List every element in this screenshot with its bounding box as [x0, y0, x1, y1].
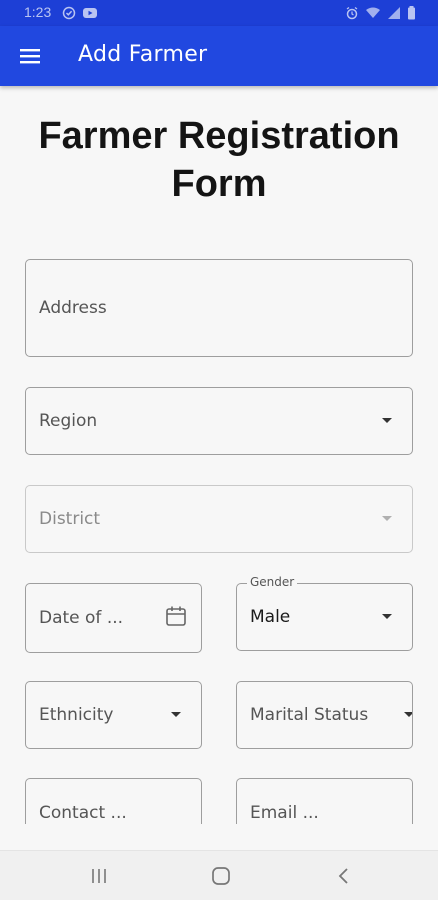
recent-apps-icon[interactable] [86, 863, 112, 889]
chevron-down-icon [382, 614, 392, 619]
email-field[interactable]: Email ... [236, 778, 413, 824]
chevron-down-icon [404, 712, 412, 717]
youtube-icon [82, 6, 98, 20]
check-circle-icon [62, 6, 76, 20]
app-bar: Add Farmer [0, 26, 438, 86]
ethnicity-dropdown[interactable]: Ethnicity [25, 681, 202, 749]
alarm-icon [345, 6, 359, 20]
form-title: Farmer Registration Form [38, 115, 400, 205]
gender-dropdown[interactable]: Gender Male [236, 575, 413, 651]
region-label: Region [39, 411, 98, 431]
chevron-down-icon [382, 516, 392, 521]
navigation-bar [0, 850, 438, 900]
battery-icon [407, 6, 416, 20]
address-label: Address [39, 298, 107, 318]
chevron-down-icon [382, 418, 392, 423]
wifi-icon [365, 6, 381, 20]
chevron-down-icon [171, 712, 181, 717]
calendar-icon[interactable] [165, 605, 187, 631]
contact-label: Contact ... [39, 803, 127, 823]
region-dropdown[interactable]: Region [25, 387, 413, 455]
address-field[interactable]: Address [25, 259, 413, 357]
email-label: Email ... [250, 803, 319, 823]
contact-field[interactable]: Contact ... [25, 778, 202, 824]
district-dropdown[interactable]: District [25, 485, 413, 553]
gender-label: Gender [247, 575, 298, 589]
form-content: Farmer Registration Form Address Region … [0, 86, 438, 824]
hamburger-menu-icon[interactable] [14, 40, 46, 72]
home-icon[interactable] [208, 863, 234, 889]
district-label: District [39, 509, 101, 529]
signal-icon [387, 6, 401, 20]
app-title: Add Farmer [78, 42, 208, 67]
status-bar: 1:23 [0, 0, 438, 26]
ethnicity-label: Ethnicity [39, 705, 114, 725]
back-icon[interactable] [331, 863, 357, 889]
status-time: 1:23 [24, 4, 52, 20]
marital-status-dropdown[interactable]: Marital Status [236, 681, 413, 749]
marital-status-label: Marital Status [250, 705, 369, 725]
date-of-birth-field[interactable]: Date of ... [25, 583, 202, 653]
date-of-birth-label: Date of ... [39, 608, 124, 628]
gender-value: Male [250, 607, 291, 627]
